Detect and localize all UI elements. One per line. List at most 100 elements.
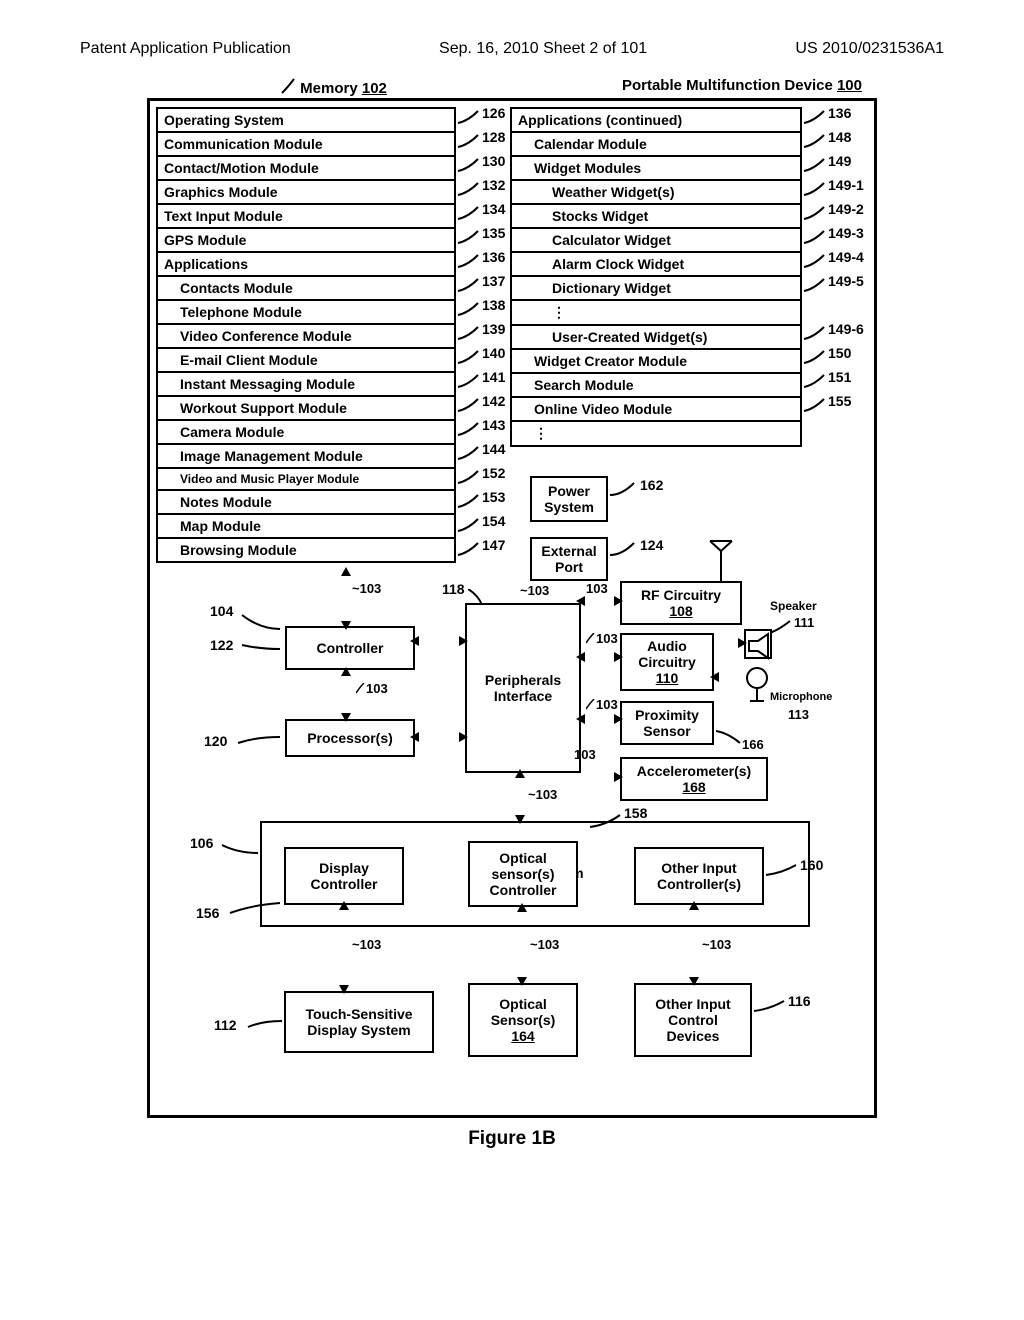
mem-row: Operating System: [158, 109, 454, 133]
rf-box: RF Circuitry108: [620, 581, 742, 625]
ref-num: 138: [482, 297, 505, 313]
mem-row: Text Input Module: [158, 205, 454, 229]
iosub-ref-106: 106: [190, 835, 213, 851]
app-row: Calendar Module: [512, 133, 800, 157]
ref-num: 137: [482, 273, 505, 289]
mem-row: Browsing Module: [158, 539, 454, 561]
ref-num: 142: [482, 393, 505, 409]
ref-num: 136: [828, 105, 851, 121]
app-row: Widget Modules: [512, 157, 800, 181]
mem-row: Telephone Module: [158, 301, 454, 325]
ref-num: 149-6: [828, 321, 864, 337]
app-row: Online Video Module: [512, 398, 800, 422]
memory-label: Memory 102: [280, 77, 387, 97]
mic-label: Microphone: [770, 691, 832, 703]
mem-row: Notes Module: [158, 491, 454, 515]
device-label: Portable Multifunction Device 100: [622, 77, 862, 94]
mem-row: Video Conference Module: [158, 325, 454, 349]
ref-num: 154: [482, 513, 505, 529]
app-row: Alarm Clock Widget: [512, 253, 800, 277]
app-row: Dictionary Widget: [512, 277, 800, 301]
page-header: Patent Application Publication Sep. 16, …: [80, 40, 944, 58]
ref-num: 149-3: [828, 225, 864, 241]
app-row: Widget Creator Module: [512, 350, 800, 374]
ref-num: 148: [828, 129, 851, 145]
sheet-info: Sep. 16, 2010 Sheet 2 of 101: [439, 40, 647, 58]
ref-num: 151: [828, 369, 851, 385]
memory-block-left: Operating SystemCommunication ModuleCont…: [156, 107, 456, 563]
figure-frame: Memory 102 Portable Multifunction Device…: [147, 98, 877, 1118]
app-row: ⋮: [512, 301, 800, 326]
ref-num: 143: [482, 417, 505, 433]
pub-type: Patent Application Publication: [80, 40, 291, 58]
proximity-box: ProximitySensor: [620, 701, 714, 745]
microphone-icon: [746, 667, 768, 689]
other-input-devices-box: Other InputControlDevices: [634, 983, 752, 1057]
memory-block-right: Applications (continued)Calendar ModuleW…: [510, 107, 802, 447]
ref-num: 149-1: [828, 177, 864, 193]
mem-row: Applications: [158, 253, 454, 277]
ref-num: 147: [482, 537, 505, 553]
peripherals-box: PeripheralsInterface: [465, 603, 581, 773]
optical-sensors-box: OpticalSensor(s)164: [468, 983, 578, 1057]
ref-num: 149-4: [828, 249, 864, 265]
ref-num: 135: [482, 225, 505, 241]
ref-num: 155: [828, 393, 851, 409]
otherdev-ref: 116: [788, 993, 811, 1009]
controller-ref-122: 122: [210, 637, 233, 653]
controller-box: Controller: [285, 626, 415, 670]
app-row: Weather Widget(s): [512, 181, 800, 205]
antenna-icon: [706, 539, 736, 583]
figure-title: Figure 1B: [80, 1128, 944, 1150]
mem-row: E-mail Client Module: [158, 349, 454, 373]
pub-number: US 2010/0231536A1: [795, 40, 944, 58]
optical-controller-box: Opticalsensor(s)Controller: [468, 841, 578, 907]
dispctl-ref: 156: [196, 905, 219, 921]
processors-box: Processor(s): [285, 719, 415, 757]
proc-ref: 120: [204, 733, 227, 749]
ref-num: 149-2: [828, 201, 864, 217]
disp-controller-box: DisplayController: [284, 847, 404, 905]
audio-box: AudioCircuitry110: [620, 633, 714, 691]
mem-row: GPS Module: [158, 229, 454, 253]
app-row: Stocks Widget: [512, 205, 800, 229]
mem-row: Communication Module: [158, 133, 454, 157]
extport-ref: 124: [640, 537, 663, 553]
ref-num: 128: [482, 129, 505, 145]
ref-num: 126: [482, 105, 505, 121]
power-system-box: PowerSystem: [530, 476, 608, 522]
ref-num: 149-5: [828, 273, 864, 289]
external-port-box: ExternalPort: [530, 537, 608, 581]
iosub-ref: 158: [624, 805, 647, 821]
prox-ref: 166: [742, 737, 764, 752]
ref-num: 152: [482, 465, 505, 481]
mem-row: Contacts Module: [158, 277, 454, 301]
ref-num: 139: [482, 321, 505, 337]
speaker-label: Speaker: [770, 599, 817, 613]
ref-num: 153: [482, 489, 505, 505]
app-row: User-Created Widget(s): [512, 326, 800, 350]
touch-ref: 112: [214, 1017, 237, 1033]
controller-ref-104: 104: [210, 603, 233, 619]
speaker-ref: 111: [794, 615, 814, 630]
ref-num: 140: [482, 345, 505, 361]
app-row: ⋮: [512, 422, 800, 445]
mem-row: Video and Music Player Module: [158, 469, 454, 491]
mem-row: Image Management Module: [158, 445, 454, 469]
ref-num: 130: [482, 153, 505, 169]
mem-row: Graphics Module: [158, 181, 454, 205]
mic-ref: 113: [788, 707, 809, 722]
otherctl-ref: 160: [800, 857, 823, 873]
ref-num: 134: [482, 201, 505, 217]
accel-box: Accelerometer(s)168: [620, 757, 768, 801]
ref-num: 141: [482, 369, 505, 385]
app-row: Applications (continued): [512, 109, 800, 133]
ref-num: 136: [482, 249, 505, 265]
mem-row: Instant Messaging Module: [158, 373, 454, 397]
power-ref: 162: [640, 477, 663, 493]
ref-num: 144: [482, 441, 505, 457]
touch-display-box: Touch-SensitiveDisplay System: [284, 991, 434, 1053]
mem-row: Camera Module: [158, 421, 454, 445]
speaker-icon: [744, 629, 772, 659]
mem-row: Contact/Motion Module: [158, 157, 454, 181]
